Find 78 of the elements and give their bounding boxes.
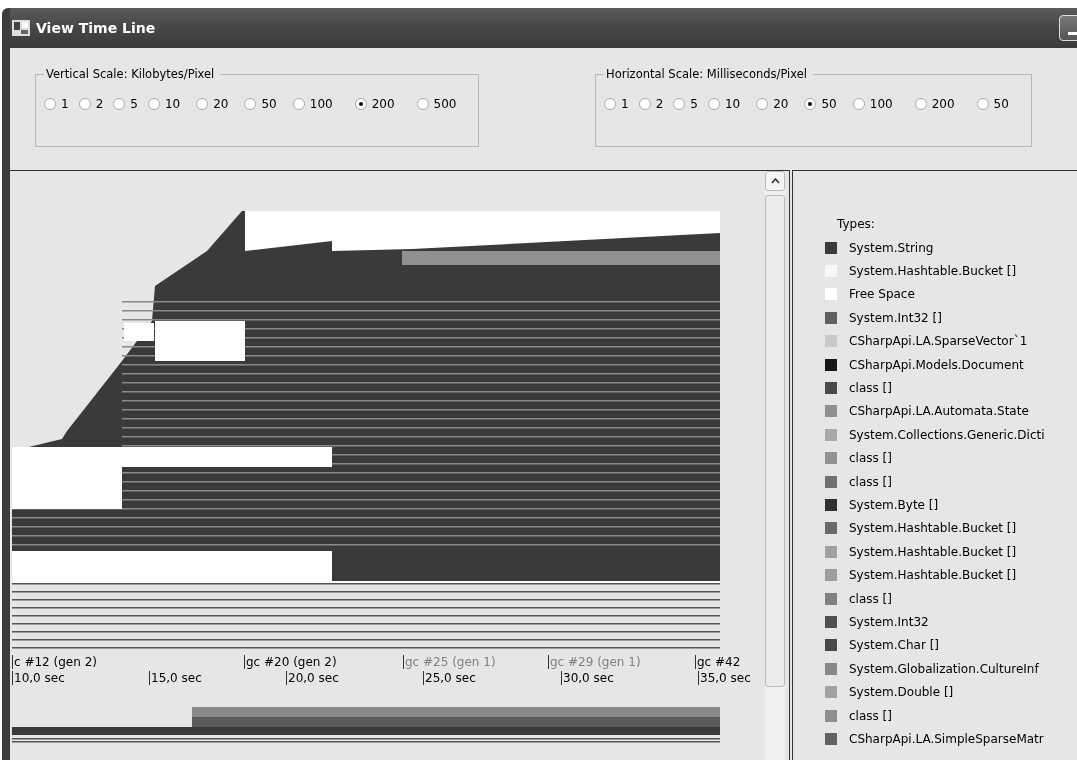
- time-label: 30,0 sec: [561, 671, 614, 685]
- type-label: System.Hashtable.Bucket []: [849, 521, 1017, 536]
- scale-radio[interactable]: 10: [147, 97, 181, 111]
- up-caret-icon: [770, 178, 780, 184]
- gc-label: c #12 (gen 2): [12, 655, 97, 669]
- type-label: System.Char []: [849, 638, 939, 653]
- type-label: CSharpApi.LA.Automata.State: [849, 404, 1029, 419]
- group-title: Horizontal Scale: Milliseconds/Pixel: [605, 67, 809, 81]
- radio-circle[interactable]: [852, 98, 865, 110]
- scale-radio[interactable]: 1: [604, 97, 629, 111]
- scale-radio[interactable]: 50: [804, 97, 837, 111]
- radio-circle[interactable]: [196, 98, 209, 110]
- gc-label: gc #25 (gen 1): [403, 655, 496, 669]
- group-title: Vertical Scale: Kilobytes/Pixel: [45, 67, 216, 81]
- scale-radio[interactable]: 10: [707, 97, 741, 111]
- scale-radio[interactable]: 1: [44, 97, 69, 111]
- scroll-up-button[interactable]: [765, 171, 785, 191]
- scroll-thumb[interactable]: [765, 195, 785, 687]
- type-label: System.Hashtable.Bucket []: [849, 568, 1017, 583]
- scale-radio[interactable]: 500: [416, 97, 457, 111]
- radio-circle[interactable]: [976, 98, 989, 110]
- scrollbar[interactable]: [765, 171, 785, 760]
- type-label: System.Globalization.CultureInf: [849, 661, 1039, 676]
- scale-radio[interactable]: 100: [292, 97, 333, 111]
- type-label: class []: [849, 381, 892, 396]
- radio-circle[interactable]: [78, 98, 91, 110]
- type-label: Free Space: [849, 287, 915, 302]
- time-label: 15,0 sec: [149, 671, 202, 685]
- type-label: class []: [849, 451, 892, 466]
- gc-label: gc #42: [695, 655, 741, 669]
- type-label: System.Double []: [849, 685, 954, 700]
- radio-circle[interactable]: [44, 98, 56, 110]
- type-label: CSharpApi.LA.SimpleSparseMatr: [849, 731, 1044, 746]
- type-label: System.Hashtable.Bucket []: [849, 264, 1017, 279]
- scale-radio[interactable]: 5: [113, 97, 138, 111]
- scale-radio[interactable]: 2: [638, 97, 664, 111]
- radio-circle[interactable]: [638, 98, 651, 110]
- scale-radio[interactable]: 50: [976, 97, 1009, 111]
- time-label: 35,0 sec: [698, 671, 751, 685]
- scale-radio[interactable]: 20: [196, 97, 229, 111]
- type-label: class []: [849, 591, 892, 606]
- scale-radio[interactable]: 200: [354, 97, 395, 111]
- gc-label: gc #29 (gen 1): [548, 655, 641, 669]
- legend-title: Types:: [837, 217, 876, 231]
- time-label: 25,0 sec: [423, 671, 476, 685]
- type-label: System.String: [849, 240, 934, 255]
- type-label: System.Int32: [849, 614, 929, 629]
- type-label: System.Collections.Generic.Dicti: [849, 427, 1045, 442]
- type-label: System.Int32 []: [849, 310, 942, 325]
- radio-circle[interactable]: [914, 98, 927, 110]
- type-label: class []: [849, 708, 892, 723]
- scale-radio[interactable]: 2: [78, 97, 104, 111]
- radio-circle[interactable]: [244, 98, 257, 110]
- radio-circle[interactable]: [354, 98, 367, 110]
- scale-radio[interactable]: 5: [673, 97, 698, 111]
- time-label: 20,0 sec: [286, 671, 339, 685]
- radio-circle[interactable]: [292, 98, 305, 110]
- gc-label: gc #20 (gen 2): [244, 655, 337, 669]
- type-label: CSharpApi.LA.SparseVector`1: [849, 334, 1028, 349]
- radio-circle[interactable]: [604, 98, 616, 110]
- scale-radio[interactable]: 20: [756, 97, 789, 111]
- type-label: CSharpApi.Models.Document: [849, 357, 1024, 372]
- scale-radio[interactable]: 200: [914, 97, 955, 111]
- scale-radio[interactable]: 50: [244, 97, 277, 111]
- window-icon: [12, 20, 30, 36]
- window-title: View Time Line: [36, 20, 156, 36]
- type-label: System.Byte []: [849, 498, 939, 512]
- radio-circle[interactable]: [707, 98, 720, 110]
- radio-circle[interactable]: [756, 98, 769, 110]
- radio-circle[interactable]: [113, 98, 126, 110]
- radio-circle[interactable]: [804, 98, 817, 110]
- time-label: 10,0 sec: [12, 671, 65, 685]
- type-label: System.Hashtable.Bucket []: [849, 544, 1017, 559]
- radio-circle[interactable]: [673, 98, 686, 110]
- scale-radio[interactable]: 100: [852, 97, 893, 111]
- radio-circle[interactable]: [147, 98, 160, 110]
- radio-circle[interactable]: [416, 98, 429, 110]
- type-label: class []: [849, 474, 892, 489]
